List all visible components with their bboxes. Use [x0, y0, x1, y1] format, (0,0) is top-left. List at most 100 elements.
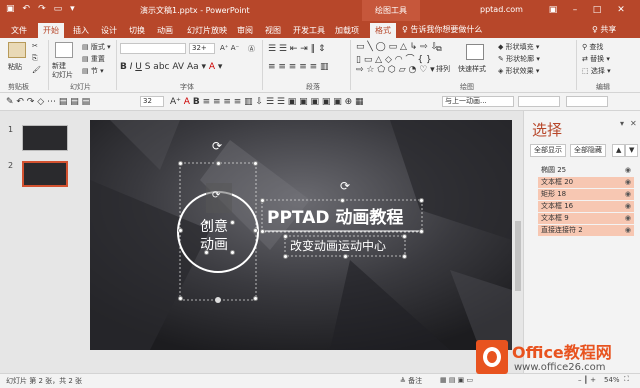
quick-styles-icon[interactable]: [466, 44, 484, 60]
toolbar-icons-middle[interactable]: A⁺ A B ≡ ≡ ≡ ≡ ▥ ⇩ ☰ ☰ ▣ ▣ ▣ ▣ ▣ ⊕ ▦: [170, 97, 364, 107]
ribbon-display-icon[interactable]: ▣: [546, 3, 560, 17]
customize-qat-icon[interactable]: ▾: [70, 4, 75, 14]
delay-field[interactable]: [566, 96, 608, 107]
clear-format-icon[interactable]: Ⓐ: [248, 44, 255, 54]
duration-field[interactable]: [518, 96, 560, 107]
selection-item[interactable]: 文本框 16 ◉: [538, 201, 634, 212]
resize-handle[interactable]: [253, 161, 258, 166]
notes-button[interactable]: ≜ 备注: [400, 376, 422, 386]
redo-icon[interactable]: ↷: [38, 4, 46, 14]
toolbar-icons-left[interactable]: ✎ ↶ ↷ ◇ ⋯ ▤ ▤ ▤: [6, 97, 90, 107]
toolbar-font-size[interactable]: 32: [140, 96, 164, 107]
arrange-label[interactable]: 排列: [436, 64, 450, 74]
resize-handle[interactable]: [340, 198, 345, 203]
arrange-icon[interactable]: ⧉: [436, 44, 454, 60]
circle-text-line1[interactable]: 创意: [200, 216, 228, 236]
shape-outline-button[interactable]: ✎ 形状轮廓 ▾: [498, 54, 540, 64]
tab-slideshow[interactable]: 幻灯片放映: [182, 23, 232, 38]
resize-handle[interactable]: [178, 161, 183, 166]
resize-handle[interactable]: [260, 198, 265, 203]
select-button[interactable]: ⬚ 选择 ▾: [582, 66, 611, 76]
paste-icon[interactable]: [8, 42, 26, 58]
resize-handle[interactable]: [216, 161, 221, 166]
share-button[interactable]: ♀ 共享: [592, 24, 616, 35]
resize-handle[interactable]: [178, 296, 183, 301]
resize-handle[interactable]: [230, 250, 235, 255]
selection-item[interactable]: 文本框 9 ◉: [538, 213, 634, 224]
reset-button[interactable]: ▤ 重置: [82, 54, 105, 64]
resize-handle[interactable]: [402, 254, 407, 259]
animation-timing-field[interactable]: 与上一动画...: [442, 96, 514, 107]
format-painter-icon[interactable]: 🖌: [32, 66, 41, 74]
eye-icon[interactable]: ◉: [625, 189, 631, 200]
cut-icon[interactable]: ✂: [32, 42, 38, 50]
selection-item[interactable]: 椭圆 25 ◉: [538, 165, 634, 176]
resize-handle[interactable]: [260, 229, 265, 234]
resize-handle[interactable]: [253, 296, 258, 301]
tab-design[interactable]: 设计: [96, 23, 122, 38]
undo-icon[interactable]: ↶: [23, 4, 31, 14]
resize-handle[interactable]: [283, 234, 288, 239]
scrollbar-thumb[interactable]: [515, 221, 521, 291]
eye-icon[interactable]: ◉: [625, 213, 631, 224]
font-format-icons[interactable]: B I U S abc AV Aa ▾ A ▾: [120, 62, 222, 72]
tab-addins[interactable]: 加载项: [330, 23, 364, 38]
shapes-gallery[interactable]: ▭ ╲ ◯ ▭ △ ↳ ⇨ ⇩ ▯ ▭ △ ◇ ◠ ⌒ { } ⇨ ☆ ⬠ ⬡ ▱ …: [356, 42, 438, 75]
eye-icon[interactable]: ◉: [625, 165, 631, 176]
shape-fill-button[interactable]: ◆ 形状填充 ▾: [498, 42, 539, 52]
resize-handle[interactable]: [204, 220, 209, 225]
font-size-field[interactable]: 32+: [189, 43, 215, 54]
new-slide-icon[interactable]: [55, 42, 73, 58]
shape-effects-button[interactable]: ◈ 形状效果 ▾: [498, 66, 539, 76]
resize-handle[interactable]: [178, 228, 183, 233]
tab-file[interactable]: 文件: [6, 23, 32, 38]
find-button[interactable]: ⚲ 查找: [582, 42, 603, 52]
show-all-button[interactable]: 全部显示: [530, 144, 566, 157]
vertical-scrollbar[interactable]: [514, 111, 522, 373]
minimize-icon[interactable]: –: [568, 3, 582, 17]
close-icon[interactable]: ✕: [614, 3, 628, 17]
save-icon[interactable]: ▣: [6, 4, 15, 14]
slide-subtitle[interactable]: 改变动画运动中心: [290, 237, 386, 254]
slide-canvas[interactable]: ⟳ ⟳ ⟳ 创意 动画 PPTAD 动画教程 改变动画运动中心: [90, 120, 512, 350]
tab-home[interactable]: 开始: [38, 23, 64, 38]
replace-button[interactable]: ⇄ 替换 ▾: [582, 54, 610, 64]
tab-developer[interactable]: 开发工具: [288, 23, 330, 38]
grow-font-icon[interactable]: A⁺ A⁻: [220, 44, 239, 52]
account-name[interactable]: pptad.com: [480, 5, 523, 14]
resize-handle[interactable]: [230, 220, 235, 225]
resize-handle[interactable]: [419, 198, 424, 203]
resize-handle[interactable]: [343, 254, 348, 259]
new-slide-label[interactable]: 新建 幻灯片: [52, 62, 73, 80]
copy-icon[interactable]: ⎘: [32, 54, 38, 63]
resize-handle[interactable]: [204, 250, 209, 255]
tab-transitions[interactable]: 切换: [124, 23, 150, 38]
slide-title[interactable]: PPTAD 动画教程: [267, 203, 403, 228]
align-icons[interactable]: ≡ ≡ ≡ ≡ ≡ ▥: [268, 62, 329, 72]
selection-item[interactable]: 文本框 20 ◉: [538, 177, 634, 188]
resize-handle[interactable]: [419, 229, 424, 234]
move-up-icon[interactable]: ▲: [612, 144, 626, 157]
eye-icon[interactable]: ◉: [625, 177, 631, 188]
move-down-icon[interactable]: ▼: [625, 144, 639, 157]
selection-item[interactable]: 直接连接符 2 ◉: [538, 225, 634, 236]
tab-animations[interactable]: 动画: [152, 23, 178, 38]
paste-label[interactable]: 粘贴: [8, 62, 22, 72]
section-button[interactable]: ▤ 节 ▾: [82, 66, 104, 76]
present-icon[interactable]: ▭: [54, 4, 63, 14]
selection-item[interactable]: 矩形 18 ◉: [538, 189, 634, 200]
eye-icon[interactable]: ◉: [625, 225, 631, 236]
tab-review[interactable]: 审阅: [232, 23, 258, 38]
tab-insert[interactable]: 插入: [68, 23, 94, 38]
hide-all-button[interactable]: 全部隐藏: [570, 144, 606, 157]
slide-thumbnail-1[interactable]: [22, 125, 68, 151]
slide-thumbnail-2[interactable]: [22, 161, 68, 187]
tell-me-search[interactable]: ♀ 告诉我你想要做什么: [402, 24, 482, 35]
layout-button[interactable]: ▤ 版式 ▾: [82, 42, 111, 52]
eye-icon[interactable]: ◉: [625, 201, 631, 212]
resize-handle[interactable]: [283, 254, 288, 259]
list-icons[interactable]: ☰ ☰ ⇤ ⇥ ‖ ⇕: [268, 44, 326, 54]
tab-format[interactable]: 格式: [370, 23, 396, 38]
tab-view[interactable]: 视图: [260, 23, 286, 38]
resize-handle[interactable]: [253, 228, 258, 233]
